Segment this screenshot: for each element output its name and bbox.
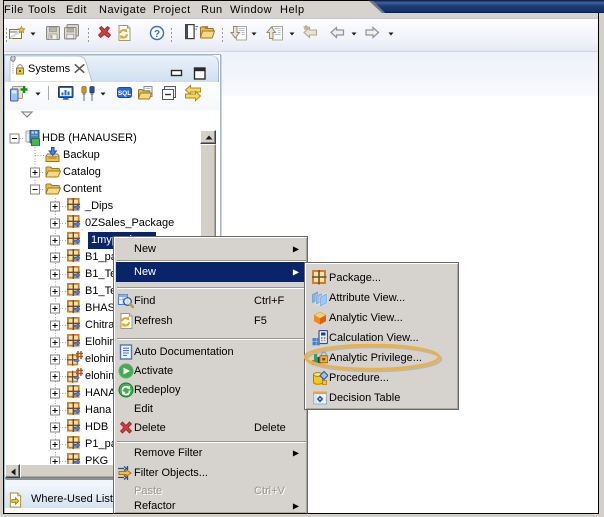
svg-text:?: ? — [154, 29, 160, 40]
svg-text:SQL: SQL — [118, 90, 131, 97]
